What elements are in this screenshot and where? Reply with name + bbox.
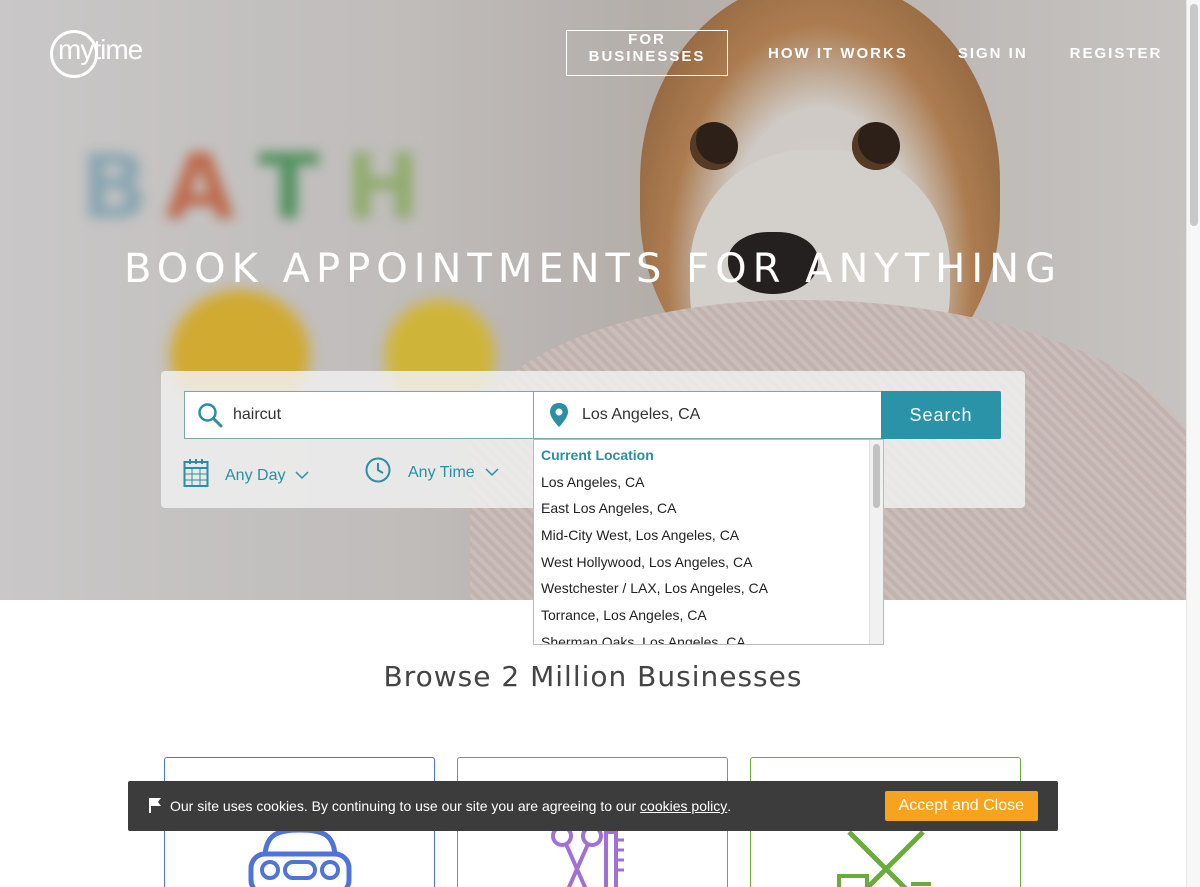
cookie-message-suffix: . bbox=[727, 798, 732, 814]
chevron-down-icon bbox=[295, 467, 309, 485]
day-filter-dropdown[interactable]: Any Day bbox=[183, 458, 309, 493]
dropdown-scrollbar-thumb[interactable] bbox=[873, 444, 880, 508]
suggestion-current-location[interactable]: Current Location bbox=[541, 446, 883, 473]
logo-text: mytime bbox=[58, 34, 143, 65]
for-businesses-button[interactable]: FOR BUSINESSES bbox=[566, 30, 728, 76]
service-search-input[interactable] bbox=[233, 406, 503, 424]
dropdown-scrollbar[interactable] bbox=[869, 440, 883, 644]
search-button[interactable]: Search bbox=[881, 391, 1001, 439]
service-search-field bbox=[184, 391, 534, 439]
time-filter-label: Any Time bbox=[408, 463, 475, 481]
search-icon bbox=[197, 402, 223, 428]
mytime-logo[interactable]: mytime bbox=[50, 30, 143, 78]
map-pin-icon bbox=[546, 402, 572, 428]
suggestion-item[interactable]: East Los Angeles, CA bbox=[541, 499, 883, 526]
how-it-works-link[interactable]: HOW IT WORKS bbox=[768, 45, 908, 62]
top-nav: FOR BUSINESSES HOW IT WORKS SIGN IN REGI… bbox=[566, 30, 1162, 76]
cookie-consent-bar: Our site uses cookies. By continuing to … bbox=[128, 781, 1058, 831]
location-suggestions-dropdown: Current Location Los Angeles, CA East Lo… bbox=[533, 439, 884, 645]
page-scrollbar-thumb[interactable] bbox=[1190, 4, 1198, 226]
calendar-icon bbox=[183, 458, 209, 493]
location-search-field bbox=[533, 391, 882, 439]
time-filter-dropdown[interactable]: Any Time bbox=[364, 456, 499, 489]
suggestion-item[interactable]: Westchester / LAX, Los Angeles, CA bbox=[541, 579, 883, 606]
flag-icon bbox=[148, 797, 162, 816]
suggestion-item[interactable]: Sherman Oaks, Los Angeles, CA bbox=[541, 633, 883, 644]
register-link[interactable]: REGISTER bbox=[1070, 45, 1163, 62]
scissors-comb-icon bbox=[551, 825, 624, 887]
location-search-input[interactable] bbox=[582, 406, 852, 424]
hero-title: BOOK APPOINTMENTS FOR ANYTHING bbox=[123, 246, 1063, 292]
suggestion-item[interactable]: Mid-City West, Los Angeles, CA bbox=[541, 526, 883, 553]
car-icon bbox=[248, 827, 352, 887]
suggestion-item[interactable]: Los Angeles, CA bbox=[541, 473, 883, 500]
sign-in-link[interactable]: SIGN IN bbox=[958, 45, 1028, 62]
suggestion-item[interactable]: West Hollywood, Los Angeles, CA bbox=[541, 553, 883, 580]
day-filter-label: Any Day bbox=[225, 466, 286, 484]
cookies-policy-link[interactable]: cookies policy bbox=[640, 798, 727, 814]
accept-and-close-button[interactable]: Accept and Close bbox=[884, 791, 1038, 821]
clock-icon bbox=[364, 456, 392, 489]
cookie-message: Our site uses cookies. By continuing to … bbox=[170, 798, 637, 814]
grooming-tools-icon bbox=[837, 830, 931, 887]
suggestion-item[interactable]: Torrance, Los Angeles, CA bbox=[541, 606, 883, 633]
chevron-down-icon bbox=[485, 464, 499, 482]
browse-title: Browse 2 Million Businesses bbox=[383, 660, 803, 693]
page-scrollbar[interactable] bbox=[1186, 0, 1200, 887]
